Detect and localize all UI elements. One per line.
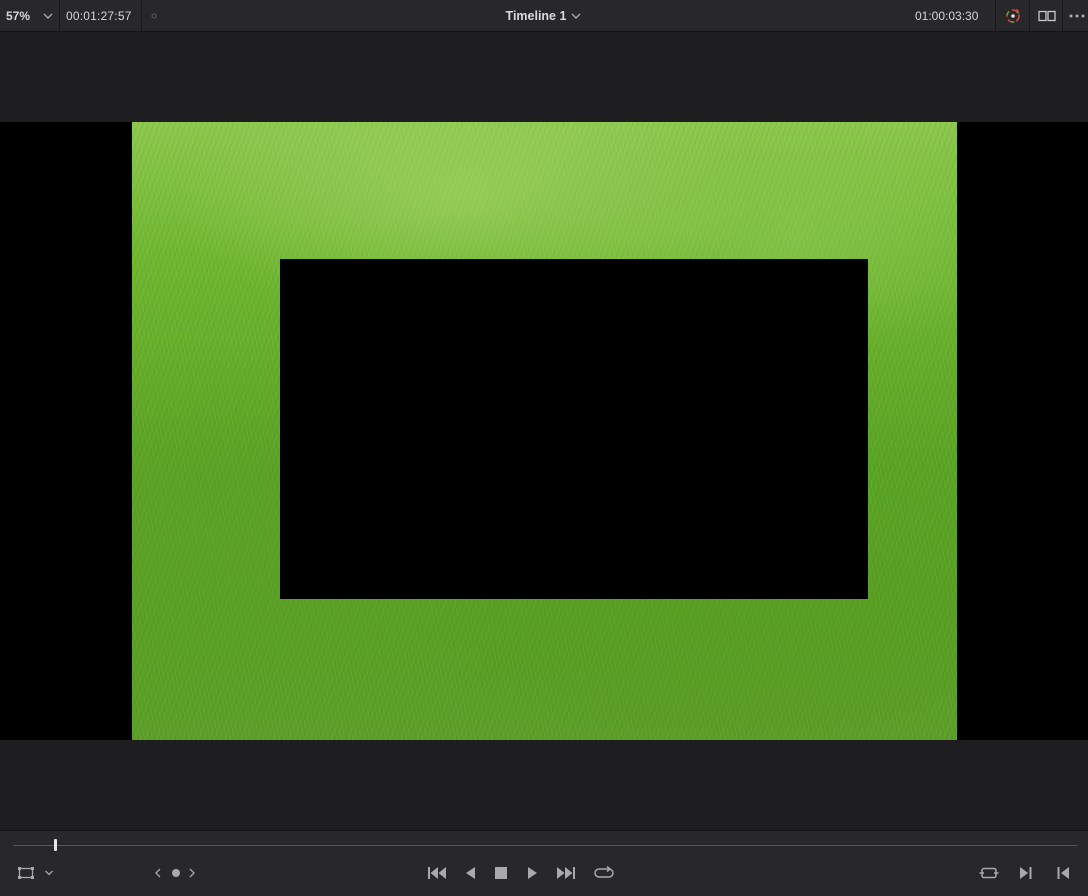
chevron-right-icon[interactable] bbox=[186, 863, 198, 883]
zoom-dropdown-chevron-down-icon[interactable] bbox=[42, 0, 54, 32]
transform-box-icon[interactable] bbox=[16, 863, 36, 883]
play-reverse-icon[interactable] bbox=[462, 863, 478, 883]
viewer-app: 57% 00:01:27:57 Timeline 1 01:00:03:30 bbox=[0, 0, 1088, 896]
loop-icon[interactable] bbox=[593, 863, 615, 883]
toolbar-divider bbox=[1029, 0, 1030, 32]
dual-viewer-icon[interactable] bbox=[1038, 0, 1056, 32]
match-frame-icon[interactable] bbox=[978, 863, 1000, 883]
prev-edit-icon[interactable] bbox=[1054, 863, 1072, 883]
record-timecode[interactable]: 01:00:03:30 bbox=[915, 0, 978, 32]
chevron-down-icon[interactable] bbox=[42, 863, 56, 883]
color-wheel-icon[interactable] bbox=[1004, 0, 1022, 32]
toolbar-divider bbox=[59, 0, 60, 32]
toolbar-divider bbox=[995, 0, 996, 32]
viewer-toolbar: 57% 00:01:27:57 Timeline 1 01:00:03:30 bbox=[0, 0, 1088, 32]
zoom-level[interactable]: 57% bbox=[6, 0, 30, 32]
stop-icon[interactable] bbox=[493, 863, 509, 883]
source-timecode[interactable]: 00:01:27:57 bbox=[66, 0, 132, 32]
scrubber-track[interactable] bbox=[13, 845, 1077, 846]
more-options-icon[interactable] bbox=[1068, 0, 1086, 32]
skip-to-start-icon[interactable] bbox=[426, 863, 448, 883]
video-frame-grass-image[interactable] bbox=[132, 122, 957, 740]
black-mask-rectangle bbox=[280, 259, 868, 599]
keyframe-dot-icon[interactable] bbox=[169, 863, 183, 883]
indicator-dot-icon bbox=[150, 0, 158, 32]
playhead-handle[interactable] bbox=[54, 839, 57, 851]
timeline-selector[interactable]: Timeline 1 bbox=[506, 9, 583, 23]
transport-bar bbox=[0, 830, 1088, 896]
skip-to-end-icon[interactable] bbox=[555, 863, 577, 883]
timeline-name: Timeline 1 bbox=[505, 9, 567, 23]
toolbar-divider bbox=[1062, 0, 1063, 32]
play-icon[interactable] bbox=[525, 863, 541, 883]
chevron-down-icon bbox=[570, 10, 582, 22]
toolbar-divider bbox=[141, 0, 142, 32]
chevron-left-icon[interactable] bbox=[152, 863, 164, 883]
next-edit-icon[interactable] bbox=[1017, 863, 1035, 883]
